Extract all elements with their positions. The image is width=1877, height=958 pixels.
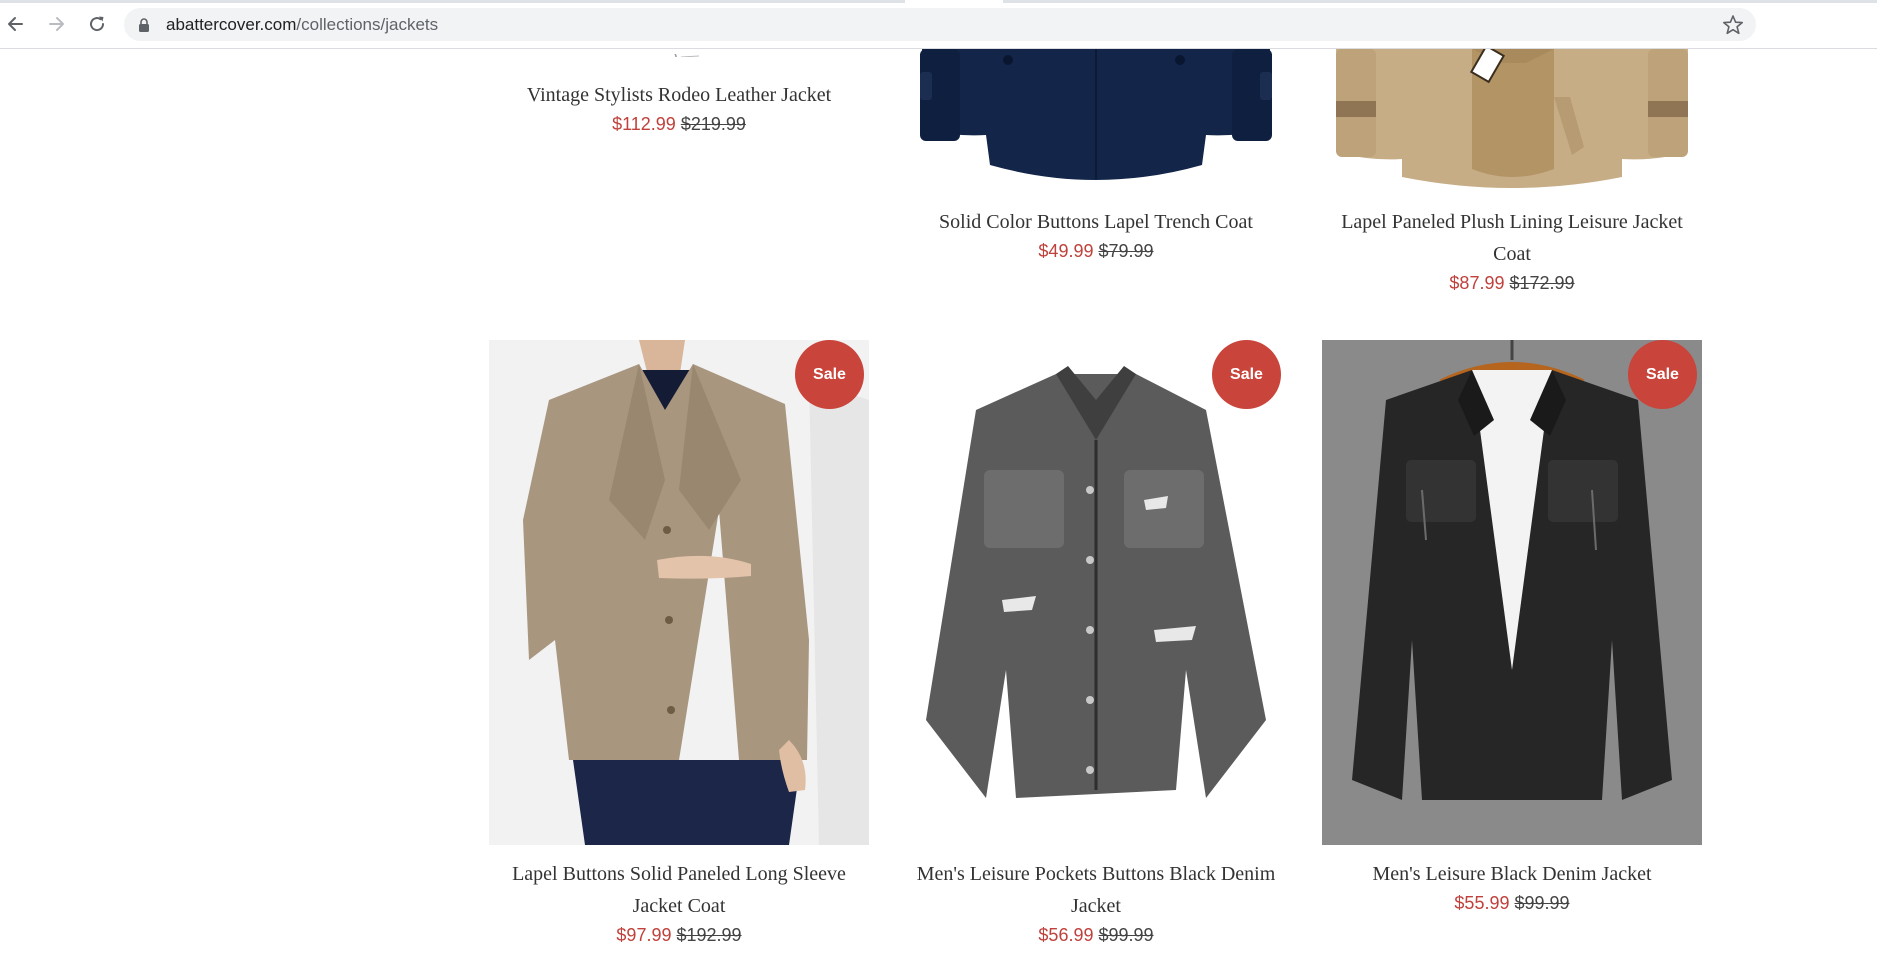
address-bar[interactable]: abattercover.com/collections/jackets: [124, 8, 1756, 41]
back-arrow-icon: [8, 17, 23, 31]
product-card-beige-jacket-coat[interactable]: Lapel Buttons Solid Paneled Long Sleeve …: [489, 858, 869, 947]
product-image-black-denim-jacket-graphic: [1322, 340, 1702, 845]
product-image-black-denim-jacket[interactable]: Sale: [1322, 340, 1702, 845]
reload-button[interactable]: [85, 12, 109, 36]
product-title[interactable]: Lapel Paneled Plush Lining Leisure Jacke…: [1322, 206, 1702, 270]
price-line: $112.99 $219.99: [489, 112, 869, 136]
sale-price: $112.99: [612, 114, 676, 134]
forward-button[interactable]: [44, 12, 68, 36]
product-card-grey-denim-jacket[interactable]: Men's Leisure Pockets Buttons Black Deni…: [906, 858, 1286, 947]
forward-arrow-icon: [49, 17, 64, 31]
price-line: $97.99 $192.99: [489, 923, 869, 947]
price-line: $55.99 $99.99: [1322, 891, 1702, 915]
product-title[interactable]: Vintage Stylists Rodeo Leather Jacket: [489, 79, 869, 111]
original-price: $99.99: [1514, 893, 1570, 913]
price-line: $49.99 $79.99: [906, 239, 1286, 263]
sale-price: $56.99: [1038, 925, 1094, 945]
original-price: $79.99: [1098, 241, 1154, 261]
product-card-leather-jacket[interactable]: Vintage Stylists Rodeo Leather Jacket $1…: [489, 79, 869, 136]
tab-strip-edge: [0, 0, 905, 3]
product-image-navy-trench-coat-graphic: [920, 49, 1272, 180]
lock-icon: [139, 18, 149, 32]
product-image-grey-denim-jacket[interactable]: Sale: [906, 340, 1286, 845]
browser-toolbar: abattercover.com/collections/jackets: [0, 0, 1877, 49]
product-image-leather-jacket[interactable]: [489, 49, 869, 57]
sale-badge: Sale: [1212, 340, 1281, 409]
product-image-khaki-plush-jacket[interactable]: [1322, 49, 1702, 195]
sale-badge: Sale: [1628, 340, 1697, 409]
url-path: /collections/jackets: [296, 15, 439, 34]
original-price: $192.99: [676, 925, 742, 945]
back-button[interactable]: [4, 12, 28, 36]
product-image-khaki-plush-jacket-graphic: [1322, 49, 1702, 195]
original-price: $99.99: [1098, 925, 1154, 945]
original-price: $172.99: [1509, 273, 1575, 293]
tab-strip-edge: [1003, 0, 1877, 3]
star-icon[interactable]: [1722, 14, 1744, 36]
product-title[interactable]: Solid Color Buttons Lapel Trench Coat: [906, 206, 1286, 238]
price-line: $56.99 $99.99: [906, 923, 1286, 947]
sale-price: $87.99: [1449, 273, 1505, 293]
sale-badge: Sale: [795, 340, 864, 409]
product-image-grey-denim-jacket-graphic: [906, 340, 1286, 845]
original-price: $219.99: [680, 114, 746, 134]
reload-icon: [90, 16, 105, 32]
product-title[interactable]: Men's Leisure Black Denim Jacket: [1322, 858, 1702, 890]
product-title[interactable]: Men's Leisure Pockets Buttons Black Deni…: [906, 858, 1286, 922]
product-image-beige-jacket-coat[interactable]: Sale: [489, 340, 869, 845]
product-image-navy-trench-coat[interactable]: [906, 49, 1286, 185]
product-title[interactable]: Lapel Buttons Solid Paneled Long Sleeve …: [489, 858, 869, 922]
url-text[interactable]: abattercover.com/collections/jackets: [166, 15, 438, 35]
sale-price: $55.99: [1454, 893, 1510, 913]
product-card-khaki-plush-jacket[interactable]: Lapel Paneled Plush Lining Leisure Jacke…: [1322, 206, 1702, 295]
sale-price: $97.99: [616, 925, 672, 945]
sale-price: $49.99: [1038, 241, 1094, 261]
price-line: $87.99 $172.99: [1322, 271, 1702, 295]
product-card-navy-trench-coat[interactable]: Solid Color Buttons Lapel Trench Coat $4…: [906, 206, 1286, 263]
product-image-leather-jacket-graphic: [674, 53, 700, 57]
url-domain: abattercover.com: [166, 15, 297, 34]
product-image-beige-jacket-coat-graphic: [489, 340, 869, 845]
product-card-black-denim-jacket[interactable]: Men's Leisure Black Denim Jacket $55.99 …: [1322, 858, 1702, 915]
